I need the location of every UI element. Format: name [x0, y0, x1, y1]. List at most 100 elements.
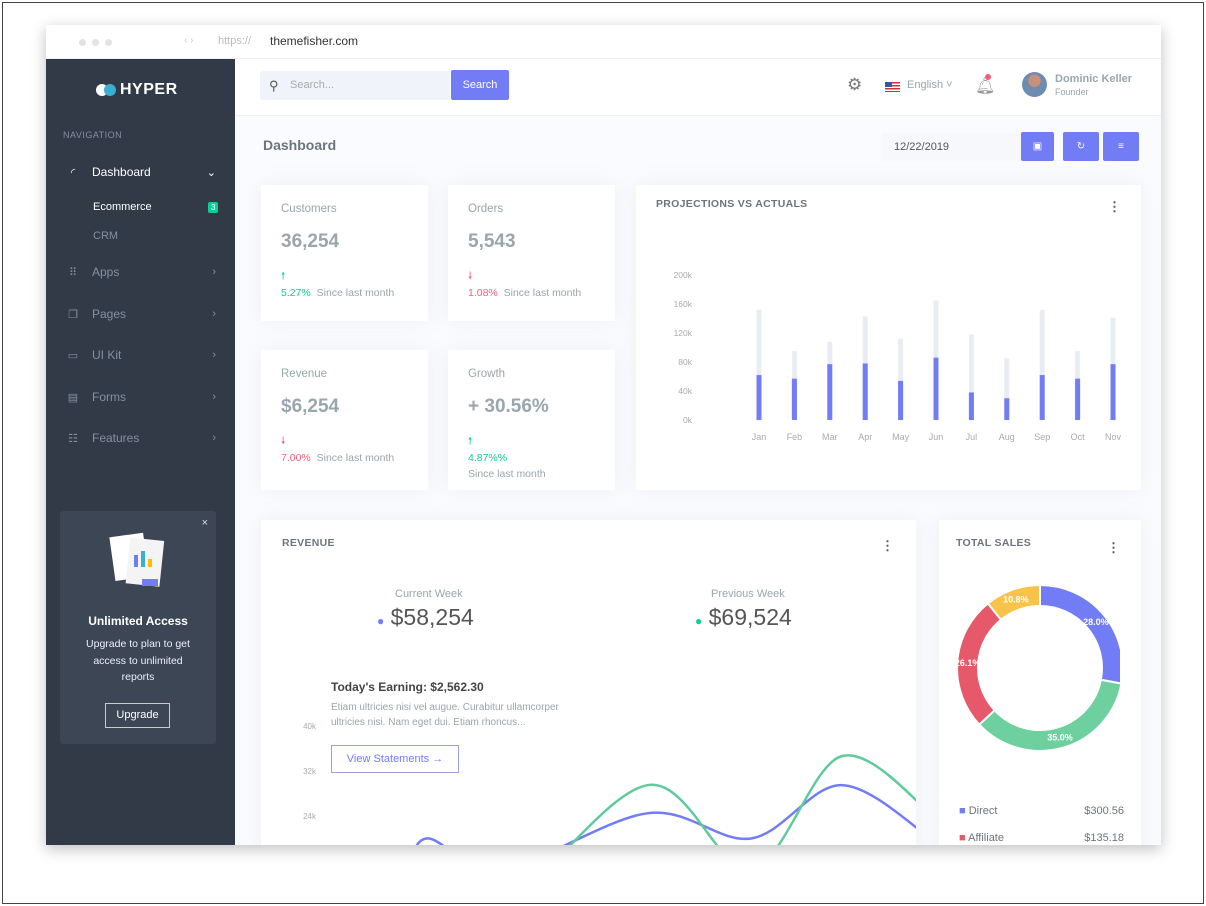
- slice-label: 28.0%: [1083, 617, 1109, 627]
- revenue-line: [568, 754, 916, 845]
- user-name[interactable]: Dominic Keller: [1055, 73, 1132, 85]
- chevron-right-icon: ›: [212, 349, 216, 361]
- y-tick-label: 0k: [683, 415, 693, 425]
- search-placeholder: Search...: [290, 79, 335, 91]
- chevron-down-icon: ⌄: [206, 166, 216, 179]
- donut-slice: [1039, 583, 1120, 685]
- nav-arrows[interactable]: ‹ ›: [184, 35, 193, 46]
- user-role: Founder: [1055, 87, 1089, 97]
- actual-bar: [1039, 375, 1045, 420]
- sidebar-item-ui-kit[interactable]: ▭ UI Kit ›: [66, 348, 216, 362]
- arrow-up-icon: 🠕: [281, 271, 286, 282]
- more-vertical-icon[interactable]: ⋮: [1107, 540, 1120, 556]
- revenue-card: REVENUE ⋮ Current Week ● $58,254 Previou…: [261, 520, 916, 845]
- sidebar-item-apps[interactable]: ⠿ Apps ›: [66, 265, 216, 279]
- projections-chart: 0k 40k 80k 120k 160k 200k Jan Feb Mar Apr May Jun Ju…: [674, 270, 1141, 442]
- brand-logo[interactable]: HYPER: [96, 81, 178, 99]
- view-statements-button[interactable]: View Statements →: [331, 745, 459, 773]
- document-icon: ▤: [67, 391, 79, 404]
- language-select[interactable]: English ˅: [907, 79, 953, 91]
- x-tick-label: Dec: [1140, 432, 1141, 442]
- chevron-right-icon: ›: [212, 432, 216, 444]
- slice-label: 35.0%: [1047, 733, 1073, 743]
- y-tick-label: 24k: [303, 812, 317, 821]
- search-input[interactable]: ⚲ Search...: [260, 71, 450, 100]
- sidebar-item-pages[interactable]: ❐ Pages ›: [66, 307, 216, 321]
- actual-bar: [1075, 378, 1081, 420]
- projections-card: PROJECTIONS VS ACTUALS ⋮ 0k 40k 80k 120k 160…: [636, 185, 1141, 490]
- card-title: TOTAL SALES: [956, 537, 1032, 549]
- briefcase-icon: ▭: [67, 349, 79, 362]
- search-button[interactable]: Search: [451, 70, 509, 100]
- legend-value: $135.18: [1084, 832, 1124, 844]
- kpi-growth: Growth + 30.56% 🠕 4.87%% Since last month: [448, 350, 615, 490]
- filter-button[interactable]: ≡: [1103, 132, 1139, 161]
- sidebar: HYPER NAVIGATION ◜ Dashboard ⌄ Ecommerce 3…: [46, 59, 235, 845]
- kpi-change: 1.08% Since last month: [468, 287, 581, 299]
- sidebar-item-dashboard[interactable]: ◜ Dashboard ⌄: [66, 165, 216, 179]
- sidebar-item-features[interactable]: ☷ Features ›: [66, 431, 216, 445]
- kpi-customers: Customers 36,254 🠕 5.27% Since last month: [261, 185, 428, 321]
- browser-window: ‹ › https:// themefisher.com HYPER NAVIG…: [46, 25, 1161, 845]
- arrow-up-icon: 🠕: [468, 436, 473, 447]
- kpi-caption: Since last month: [468, 468, 546, 480]
- actual-bar: [968, 392, 974, 420]
- window-dot[interactable]: [92, 39, 99, 46]
- kpi-change-value: 5.27%: [281, 287, 311, 299]
- upgrade-button[interactable]: Upgrade: [105, 703, 170, 728]
- arrow-down-icon: 🠗: [281, 436, 286, 447]
- kpi-value: $6,254: [281, 396, 340, 417]
- close-icon[interactable]: ×: [202, 517, 208, 529]
- calendar-button[interactable]: ▣: [1021, 132, 1054, 161]
- date-input[interactable]: 12/22/2019: [882, 133, 1021, 161]
- y-tick-label: 160k: [674, 299, 693, 309]
- copy-icon: ❐: [68, 308, 78, 321]
- page-title: Dashboard: [263, 137, 337, 153]
- window-dot[interactable]: [105, 39, 112, 46]
- y-tick-label: 120k: [674, 328, 693, 338]
- actual-bar: [862, 363, 868, 420]
- promo-text: Upgrade to plan to get access to unlimit…: [86, 638, 190, 683]
- actual-bar: [933, 357, 939, 420]
- chevron-right-icon: ›: [212, 308, 216, 320]
- sidebar-item-label: Pages: [92, 307, 127, 321]
- kpi-caption: Since last month: [316, 287, 395, 299]
- brand-name: HYPER: [120, 81, 178, 98]
- x-tick-label: Jan: [752, 432, 767, 442]
- more-vertical-icon[interactable]: ⋮: [1108, 199, 1121, 215]
- kpi-label: Revenue: [281, 368, 328, 380]
- avatar[interactable]: [1022, 72, 1047, 97]
- kpi-change: 5.27% Since last month: [281, 287, 394, 299]
- kpi-value: 5,543: [468, 231, 516, 252]
- sidebar-subitem-crm[interactable]: CRM: [93, 230, 118, 242]
- revenue-line: [415, 783, 916, 845]
- legend-item-direct: ■ Direct $300.56: [959, 805, 1124, 817]
- calendar-icon: ▣: [1032, 141, 1043, 152]
- ecommerce-badge: 3: [208, 202, 219, 213]
- kpi-change-value: 7.00%: [281, 452, 311, 464]
- x-tick-label: Apr: [858, 432, 872, 442]
- actual-bar: [756, 375, 762, 420]
- url-field[interactable]: themefisher.com: [270, 34, 358, 48]
- window-dot[interactable]: [79, 39, 86, 46]
- y-tick-label: 40k: [303, 722, 317, 731]
- sidebar-subitem-ecommerce[interactable]: Ecommerce: [93, 201, 152, 213]
- kpi-change-value: 4.87%%: [468, 452, 508, 464]
- gear-icon[interactable]: ⚙: [847, 75, 862, 95]
- chevron-right-icon: ›: [212, 266, 216, 278]
- search-icon: ⚲: [269, 78, 279, 93]
- refresh-button[interactable]: ↻: [1063, 132, 1099, 161]
- filter-icon: ≡: [1118, 141, 1124, 152]
- x-tick-label: May: [892, 432, 910, 442]
- actual-bar: [791, 378, 797, 420]
- legend-swatch: ■: [959, 832, 966, 844]
- grid-icon: ⠿: [68, 266, 78, 279]
- actual-bar: [1110, 364, 1116, 420]
- sidebar-item-label: Dashboard: [92, 165, 151, 179]
- legend-swatch: ■: [959, 805, 966, 817]
- donut-clip: 28.0% 35.0% 26.1% 10.8%: [956, 580, 1120, 770]
- x-tick-label: Jun: [929, 432, 944, 442]
- sidebar-item-forms[interactable]: ▤ Forms ›: [66, 390, 216, 404]
- x-tick-label: Nov: [1105, 432, 1122, 442]
- actual-bar: [827, 364, 833, 420]
